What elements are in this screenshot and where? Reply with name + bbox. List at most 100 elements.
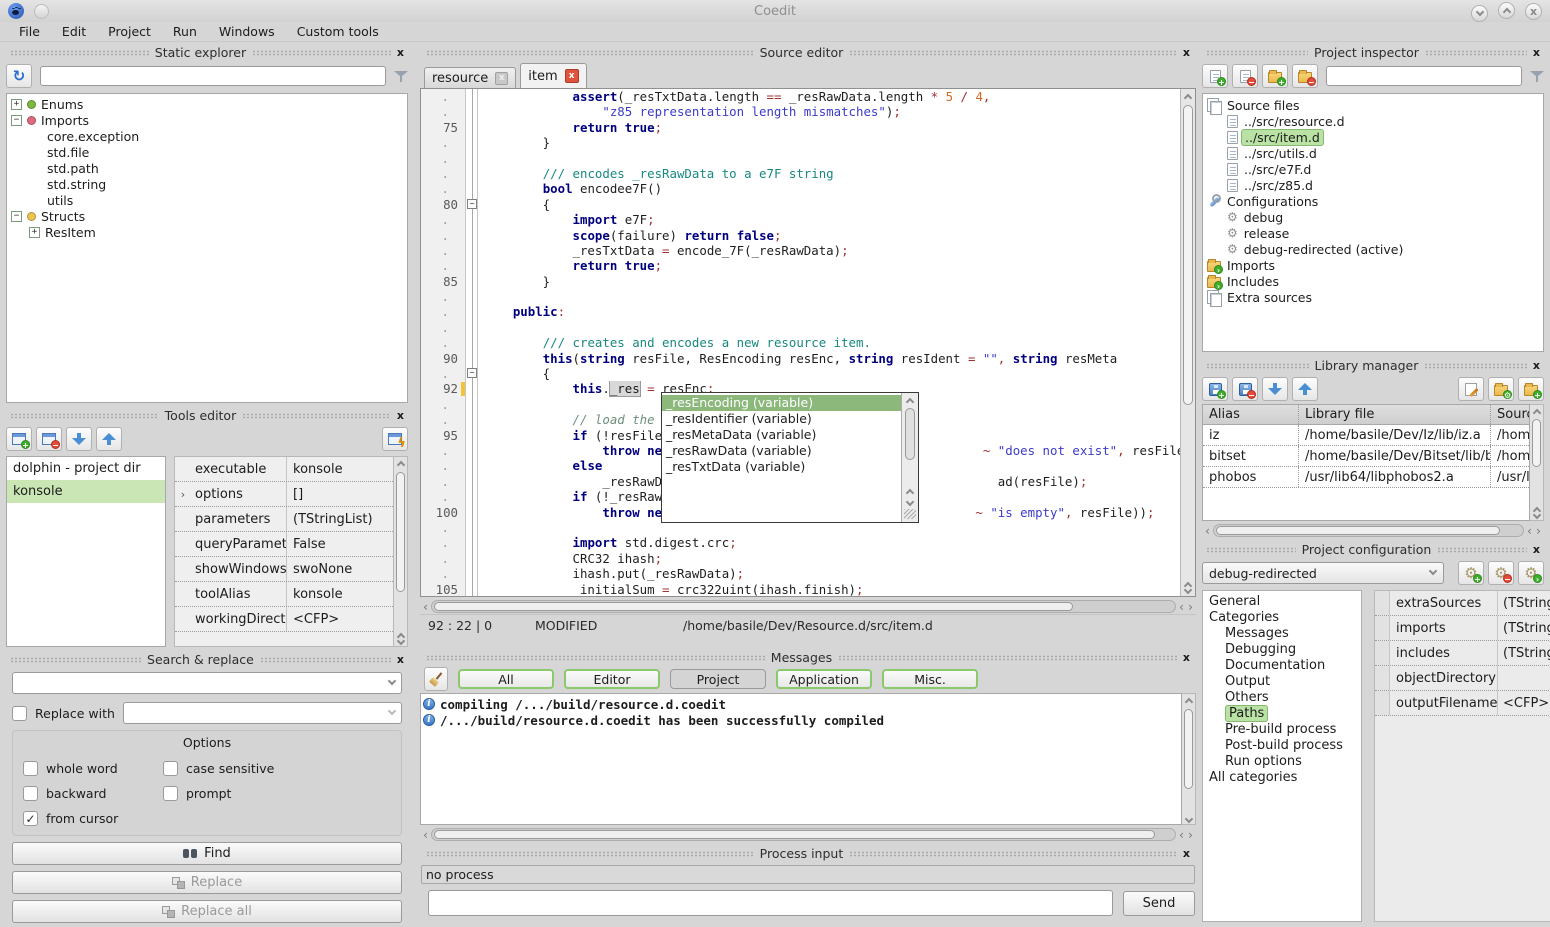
code-line[interactable]: . /// creates and encodes a new resource… — [421, 335, 1180, 350]
category-item[interactable]: Run options — [1203, 754, 1361, 770]
column-header[interactable]: Library file — [1299, 405, 1491, 424]
add-tool-button[interactable]: + — [6, 427, 32, 451]
close-panel-icon[interactable] — [1533, 359, 1540, 372]
property-row[interactable]: objectDirectory — [1375, 666, 1550, 691]
code-line[interactable]: . bool encodee7F() — [421, 181, 1180, 196]
resize-grip[interactable] — [904, 509, 916, 519]
project-tree-item[interactable]: ../src/e7F.d — [1203, 161, 1543, 177]
remove-source-button[interactable]: − — [1232, 64, 1258, 88]
symbol-search-input[interactable] — [40, 66, 386, 86]
clear-messages-button[interactable] — [424, 667, 448, 691]
scroll-up-icon[interactable] — [1184, 94, 1192, 102]
add-configuration-button[interactable]: + — [1458, 561, 1484, 585]
property-row[interactable]: imports(TStringList) — [1375, 616, 1550, 641]
category-item[interactable]: All categories — [1203, 770, 1361, 786]
collapse-minus-icon[interactable]: − — [11, 211, 22, 222]
close-tab-icon[interactable]: x — [565, 69, 579, 83]
remove-configuration-button[interactable]: − — [1488, 561, 1514, 585]
category-item[interactable]: Others — [1203, 690, 1361, 706]
menu-item-custom-tools[interactable]: Custom tools — [286, 22, 390, 42]
scroll-up-icon[interactable] — [1184, 698, 1192, 706]
code-line[interactable]: . public: — [421, 304, 1180, 319]
tree-item[interactable]: utils — [7, 192, 407, 208]
table-row[interactable]: bitset/home/basile/Dev/Bitset/lib/bitset… — [1203, 446, 1529, 467]
option-checkbox[interactable] — [23, 811, 38, 826]
find-button[interactable]: Find — [12, 842, 402, 865]
messages-filter-project[interactable]: Project — [670, 669, 766, 689]
collapse-minus-icon[interactable]: − — [11, 115, 22, 126]
filter-icon[interactable] — [394, 70, 408, 83]
property-value[interactable]: <CFP> — [287, 612, 393, 627]
libraries-horizontal-scrollbar[interactable]: ‹‹ › — [1202, 523, 1544, 538]
code-line[interactable]: . — [421, 289, 1180, 304]
configuration-select[interactable]: debug-redirected — [1202, 562, 1444, 584]
replace-combobox[interactable] — [123, 702, 402, 724]
property-row[interactable]: includes(TStringList) — [1375, 641, 1550, 666]
tool-list-item[interactable]: dolphin - project dir — [7, 457, 165, 480]
category-item[interactable]: Pre-build process — [1203, 722, 1361, 738]
code-line[interactable]: . assert(_resTxtData.length == _resRawDa… — [421, 89, 1180, 104]
replace-button[interactable]: Replace — [12, 871, 402, 894]
category-item[interactable]: Post-build process — [1203, 738, 1361, 754]
property-row[interactable]: ›options[] — [175, 482, 393, 507]
scroll-down-icon[interactable] — [1184, 815, 1192, 823]
completion-item[interactable]: _resMetaData (variable) — [662, 427, 901, 443]
code-line[interactable]: . — [421, 320, 1180, 335]
property-value[interactable]: (TStringList) — [1498, 621, 1550, 636]
category-item[interactable]: Documentation — [1203, 658, 1361, 674]
completion-popup[interactable]: _resEncoding (variable)_resIdentifier (v… — [661, 392, 919, 523]
option-checkbox[interactable] — [23, 786, 38, 801]
category-item[interactable]: Messages — [1203, 626, 1361, 642]
tree-item[interactable]: +Enums — [7, 96, 407, 112]
libraries-scrollbar[interactable] — [1530, 404, 1544, 521]
code-line[interactable]: . ihash.put(_resRawData); — [421, 566, 1180, 581]
menu-item-project[interactable]: Project — [97, 22, 162, 42]
project-tree-item[interactable]: Extra sources — [1203, 289, 1543, 305]
move-tool-up-button[interactable] — [96, 427, 122, 451]
send-button[interactable]: Send — [1123, 891, 1195, 916]
property-value[interactable]: (TStringList) — [1498, 646, 1550, 661]
process-input-field[interactable] — [428, 890, 1113, 916]
code-line[interactable]: . — [421, 151, 1180, 166]
tree-item[interactable]: +ResItem — [7, 224, 407, 240]
completion-scrollbar[interactable] — [901, 393, 918, 522]
close-panel-icon[interactable] — [1533, 543, 1540, 556]
property-value[interactable]: (TStringList) — [1498, 596, 1550, 611]
code-line[interactable]: 105 _initialSum = crc322uint(ihash.finis… — [421, 582, 1180, 597]
category-item[interactable]: Debugging — [1203, 642, 1361, 658]
remove-tool-button[interactable]: − — [36, 427, 62, 451]
close-button[interactable]: x — [1525, 3, 1542, 20]
replace-with-checkbox[interactable] — [12, 706, 27, 721]
fold-minus-icon[interactable]: − — [467, 199, 477, 209]
project-tree-item[interactable]: ../src/resource.d — [1203, 113, 1543, 129]
completion-item[interactable]: _resRawData (variable) — [662, 443, 901, 459]
editor-tab-item[interactable]: itemx — [520, 63, 586, 88]
property-row[interactable]: outputFilename<CFP> — [1375, 691, 1550, 716]
menu-item-file[interactable]: File — [8, 22, 51, 42]
property-value[interactable]: swoNone — [287, 562, 393, 577]
menu-item-windows[interactable]: Windows — [208, 22, 286, 42]
add-source-button[interactable]: + — [1202, 64, 1228, 88]
property-row[interactable]: queryParametersFalse — [175, 532, 393, 557]
messages-list[interactable]: compiling /.../build/resource.d.coedit/.… — [420, 693, 1182, 825]
remove-folder-button[interactable]: − — [1292, 64, 1318, 88]
column-header[interactable]: Source — [1491, 405, 1529, 424]
add-library-folder-button[interactable]: + — [1518, 377, 1544, 401]
code-line[interactable]: 85 } — [421, 274, 1180, 289]
tree-item[interactable]: std.path — [7, 160, 407, 176]
category-item[interactable]: General — [1203, 594, 1361, 610]
project-tree-item[interactable]: ../src/z85.d — [1203, 177, 1543, 193]
property-value[interactable]: konsole — [287, 587, 393, 602]
message-row[interactable]: /.../build/resource.d.coedit has been su… — [423, 712, 1181, 728]
property-row[interactable]: parameters(TStringList) — [175, 507, 393, 532]
scroll-down-icon[interactable] — [906, 498, 914, 506]
code-line[interactable]: . _resTxtData = encode_7F(_resRawData); — [421, 243, 1180, 258]
code-line[interactable]: . /// encodes _resRawData to a e7F strin… — [421, 166, 1180, 181]
property-value[interactable]: <CFP> — [1498, 696, 1550, 711]
code-line[interactable]: . import std.digest.crc; — [421, 535, 1180, 550]
project-tree-item[interactable]: ›Imports — [1203, 257, 1543, 273]
code-line[interactable]: 90 this(string resFile, ResEncoding resE… — [421, 351, 1180, 366]
project-tree-item[interactable]: Source files — [1203, 97, 1543, 113]
tool-list-item[interactable]: konsole — [7, 480, 165, 503]
expand-plus-icon[interactable]: + — [11, 99, 22, 110]
